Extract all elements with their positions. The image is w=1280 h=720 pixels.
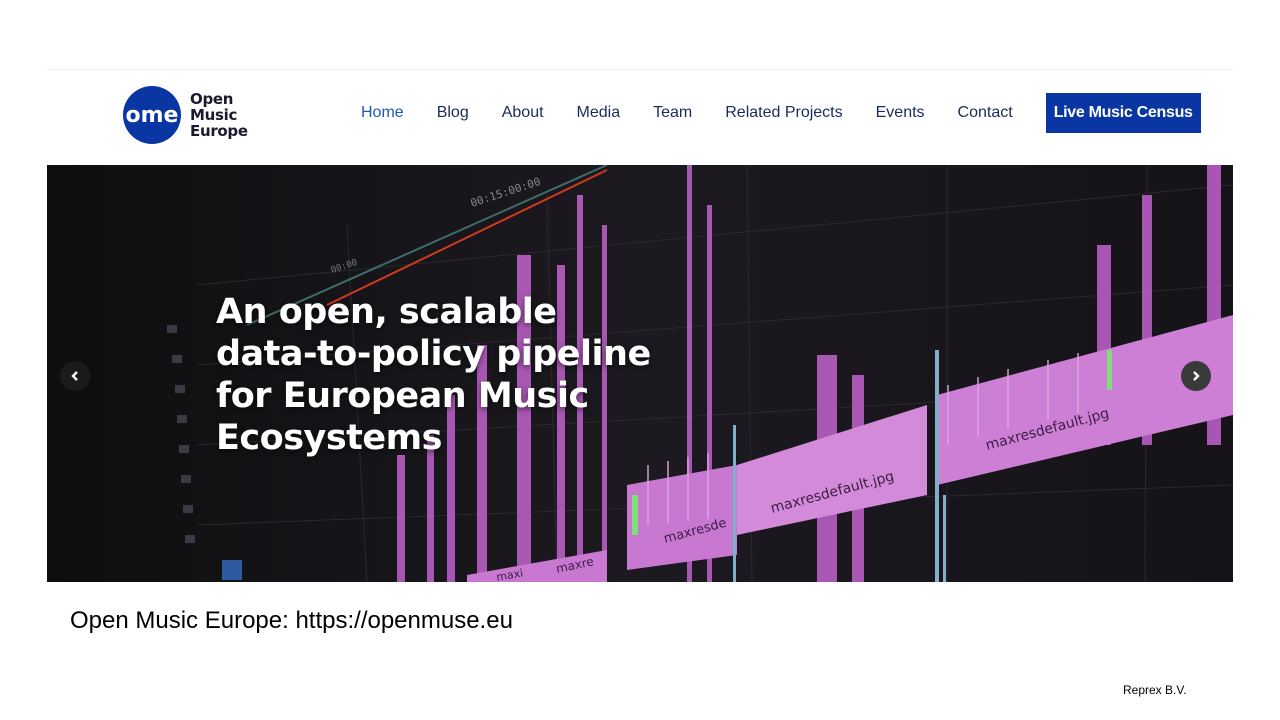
live-music-census-button[interactable]: Live Music Census <box>1045 93 1201 133</box>
site-logo[interactable]: ome Open Music Europe <box>122 84 262 146</box>
nav-related-projects[interactable]: Related Projects <box>725 104 842 122</box>
logo-line-2: Music <box>190 106 238 124</box>
slider-next-button[interactable] <box>1181 361 1211 391</box>
nav-contact[interactable]: Contact <box>958 104 1013 122</box>
logo-line-3: Europe <box>190 122 248 140</box>
hero-slider: 00:15:00:00 00:00 maxresde maxresdefault… <box>47 165 1233 582</box>
hero-title: An open, scalable data-to-policy pipelin… <box>216 292 651 458</box>
logo-mark-icon: ome <box>123 86 181 144</box>
chevron-left-icon <box>71 371 78 381</box>
nav-events[interactable]: Events <box>876 104 925 122</box>
logo-wordmark: Open Music Europe <box>190 91 248 139</box>
nav-blog[interactable]: Blog <box>437 104 469 122</box>
chevron-right-icon <box>1193 371 1200 381</box>
slide-caption: Open Music Europe: https://openmuse.eu <box>70 607 513 634</box>
logo-mark-text: ome <box>126 103 179 128</box>
main-nav: Home Blog About Media Team Related Proje… <box>361 93 1201 133</box>
logo-line-1: Open <box>190 90 234 108</box>
website-screenshot: ome Open Music Europe Home Blog About Me… <box>47 69 1233 582</box>
nav-media[interactable]: Media <box>577 104 621 122</box>
nav-home[interactable]: Home <box>361 104 404 122</box>
slider-prev-button[interactable] <box>60 361 90 391</box>
site-header: ome Open Music Europe Home Blog About Me… <box>47 70 1233 165</box>
footer-credit: Reprex B.V. <box>1123 683 1187 697</box>
nav-about[interactable]: About <box>502 104 544 122</box>
nav-team[interactable]: Team <box>653 104 692 122</box>
